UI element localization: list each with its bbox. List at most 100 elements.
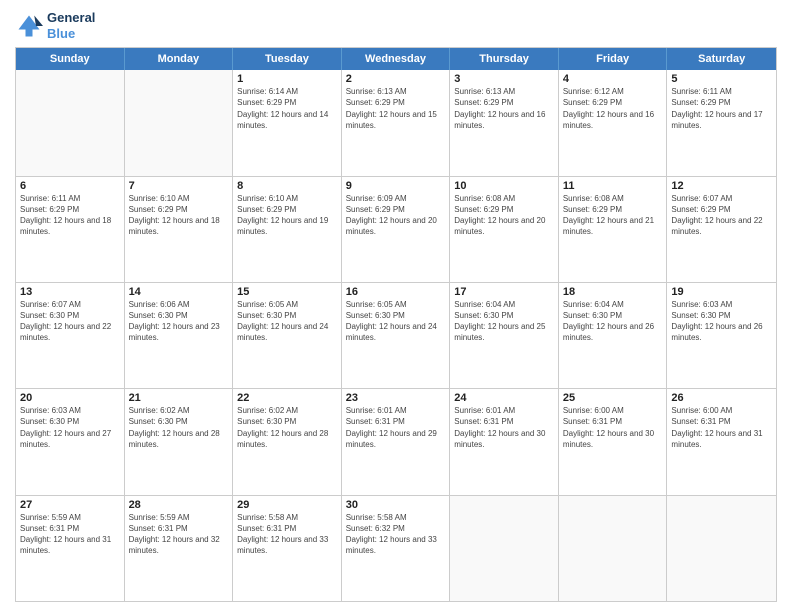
cal-cell: 9Sunrise: 6:09 AMSunset: 6:29 PMDaylight… — [342, 177, 451, 282]
day-info: Sunrise: 6:03 AMSunset: 6:30 PMDaylight:… — [671, 299, 772, 344]
day-number: 25 — [563, 392, 663, 404]
cal-cell: 18Sunrise: 6:04 AMSunset: 6:30 PMDayligh… — [559, 283, 668, 388]
day-number: 17 — [454, 286, 554, 298]
day-info: Sunrise: 6:02 AMSunset: 6:30 PMDaylight:… — [237, 405, 337, 450]
header-day-monday: Monday — [125, 48, 234, 70]
cal-cell — [667, 496, 776, 601]
cal-cell — [450, 496, 559, 601]
calendar-body: 1Sunrise: 6:14 AMSunset: 6:29 PMDaylight… — [16, 70, 776, 601]
day-number: 10 — [454, 180, 554, 192]
day-info: Sunrise: 6:01 AMSunset: 6:31 PMDaylight:… — [454, 405, 554, 450]
week-3: 13Sunrise: 6:07 AMSunset: 6:30 PMDayligh… — [16, 283, 776, 389]
cal-cell: 26Sunrise: 6:00 AMSunset: 6:31 PMDayligh… — [667, 389, 776, 494]
header-day-thursday: Thursday — [450, 48, 559, 70]
day-number: 14 — [129, 286, 229, 298]
day-number: 1 — [237, 73, 337, 85]
day-info: Sunrise: 6:14 AMSunset: 6:29 PMDaylight:… — [237, 86, 337, 131]
day-info: Sunrise: 6:09 AMSunset: 6:29 PMDaylight:… — [346, 193, 446, 238]
day-info: Sunrise: 6:12 AMSunset: 6:29 PMDaylight:… — [563, 86, 663, 131]
header: General Blue — [15, 10, 777, 41]
day-info: Sunrise: 6:04 AMSunset: 6:30 PMDaylight:… — [454, 299, 554, 344]
cal-cell: 3Sunrise: 6:13 AMSunset: 6:29 PMDaylight… — [450, 70, 559, 175]
day-number: 20 — [20, 392, 120, 404]
cal-cell: 28Sunrise: 5:59 AMSunset: 6:31 PMDayligh… — [125, 496, 234, 601]
day-info: Sunrise: 6:03 AMSunset: 6:30 PMDaylight:… — [20, 405, 120, 450]
cal-cell: 7Sunrise: 6:10 AMSunset: 6:29 PMDaylight… — [125, 177, 234, 282]
day-info: Sunrise: 6:00 AMSunset: 6:31 PMDaylight:… — [671, 405, 772, 450]
cal-cell: 16Sunrise: 6:05 AMSunset: 6:30 PMDayligh… — [342, 283, 451, 388]
day-number: 3 — [454, 73, 554, 85]
day-info: Sunrise: 6:08 AMSunset: 6:29 PMDaylight:… — [454, 193, 554, 238]
cal-cell: 14Sunrise: 6:06 AMSunset: 6:30 PMDayligh… — [125, 283, 234, 388]
day-number: 16 — [346, 286, 446, 298]
header-day-saturday: Saturday — [667, 48, 776, 70]
day-number: 26 — [671, 392, 772, 404]
day-info: Sunrise: 6:11 AMSunset: 6:29 PMDaylight:… — [20, 193, 120, 238]
cal-cell — [559, 496, 668, 601]
cal-cell: 25Sunrise: 6:00 AMSunset: 6:31 PMDayligh… — [559, 389, 668, 494]
calendar-header: SundayMondayTuesdayWednesdayThursdayFrid… — [16, 48, 776, 70]
day-info: Sunrise: 6:01 AMSunset: 6:31 PMDaylight:… — [346, 405, 446, 450]
cal-cell: 19Sunrise: 6:03 AMSunset: 6:30 PMDayligh… — [667, 283, 776, 388]
day-number: 5 — [671, 73, 772, 85]
day-info: Sunrise: 6:11 AMSunset: 6:29 PMDaylight:… — [671, 86, 772, 131]
day-info: Sunrise: 6:13 AMSunset: 6:29 PMDaylight:… — [454, 86, 554, 131]
day-number: 22 — [237, 392, 337, 404]
day-number: 2 — [346, 73, 446, 85]
header-day-sunday: Sunday — [16, 48, 125, 70]
cal-cell: 6Sunrise: 6:11 AMSunset: 6:29 PMDaylight… — [16, 177, 125, 282]
day-info: Sunrise: 6:05 AMSunset: 6:30 PMDaylight:… — [346, 299, 446, 344]
week-1: 1Sunrise: 6:14 AMSunset: 6:29 PMDaylight… — [16, 70, 776, 176]
cal-cell: 30Sunrise: 5:58 AMSunset: 6:32 PMDayligh… — [342, 496, 451, 601]
day-number: 19 — [671, 286, 772, 298]
cal-cell: 17Sunrise: 6:04 AMSunset: 6:30 PMDayligh… — [450, 283, 559, 388]
day-info: Sunrise: 6:07 AMSunset: 6:30 PMDaylight:… — [20, 299, 120, 344]
cal-cell: 27Sunrise: 5:59 AMSunset: 6:31 PMDayligh… — [16, 496, 125, 601]
cal-cell: 24Sunrise: 6:01 AMSunset: 6:31 PMDayligh… — [450, 389, 559, 494]
day-number: 13 — [20, 286, 120, 298]
day-info: Sunrise: 6:04 AMSunset: 6:30 PMDaylight:… — [563, 299, 663, 344]
day-info: Sunrise: 6:10 AMSunset: 6:29 PMDaylight:… — [237, 193, 337, 238]
logo-icon — [15, 12, 43, 40]
calendar: SundayMondayTuesdayWednesdayThursdayFrid… — [15, 47, 777, 602]
day-info: Sunrise: 6:00 AMSunset: 6:31 PMDaylight:… — [563, 405, 663, 450]
day-number: 21 — [129, 392, 229, 404]
day-info: Sunrise: 6:05 AMSunset: 6:30 PMDaylight:… — [237, 299, 337, 344]
cal-cell: 12Sunrise: 6:07 AMSunset: 6:29 PMDayligh… — [667, 177, 776, 282]
day-number: 27 — [20, 499, 120, 511]
cal-cell: 8Sunrise: 6:10 AMSunset: 6:29 PMDaylight… — [233, 177, 342, 282]
week-2: 6Sunrise: 6:11 AMSunset: 6:29 PMDaylight… — [16, 177, 776, 283]
week-5: 27Sunrise: 5:59 AMSunset: 6:31 PMDayligh… — [16, 496, 776, 601]
logo-blue: Blue — [47, 26, 95, 42]
day-info: Sunrise: 6:13 AMSunset: 6:29 PMDaylight:… — [346, 86, 446, 131]
day-info: Sunrise: 6:07 AMSunset: 6:29 PMDaylight:… — [671, 193, 772, 238]
header-day-tuesday: Tuesday — [233, 48, 342, 70]
day-number: 18 — [563, 286, 663, 298]
cal-cell: 15Sunrise: 6:05 AMSunset: 6:30 PMDayligh… — [233, 283, 342, 388]
cal-cell: 23Sunrise: 6:01 AMSunset: 6:31 PMDayligh… — [342, 389, 451, 494]
cal-cell: 1Sunrise: 6:14 AMSunset: 6:29 PMDaylight… — [233, 70, 342, 175]
week-4: 20Sunrise: 6:03 AMSunset: 6:30 PMDayligh… — [16, 389, 776, 495]
day-number: 15 — [237, 286, 337, 298]
header-day-friday: Friday — [559, 48, 668, 70]
cal-cell: 29Sunrise: 5:58 AMSunset: 6:31 PMDayligh… — [233, 496, 342, 601]
day-number: 23 — [346, 392, 446, 404]
day-info: Sunrise: 5:59 AMSunset: 6:31 PMDaylight:… — [20, 512, 120, 557]
cal-cell: 22Sunrise: 6:02 AMSunset: 6:30 PMDayligh… — [233, 389, 342, 494]
day-number: 29 — [237, 499, 337, 511]
cal-cell: 4Sunrise: 6:12 AMSunset: 6:29 PMDaylight… — [559, 70, 668, 175]
day-info: Sunrise: 6:02 AMSunset: 6:30 PMDaylight:… — [129, 405, 229, 450]
cal-cell: 13Sunrise: 6:07 AMSunset: 6:30 PMDayligh… — [16, 283, 125, 388]
day-info: Sunrise: 6:06 AMSunset: 6:30 PMDaylight:… — [129, 299, 229, 344]
cal-cell: 21Sunrise: 6:02 AMSunset: 6:30 PMDayligh… — [125, 389, 234, 494]
cal-cell — [16, 70, 125, 175]
cal-cell: 5Sunrise: 6:11 AMSunset: 6:29 PMDaylight… — [667, 70, 776, 175]
logo-general: General — [47, 10, 95, 26]
day-number: 30 — [346, 499, 446, 511]
day-info: Sunrise: 5:59 AMSunset: 6:31 PMDaylight:… — [129, 512, 229, 557]
page: General Blue SundayMondayTuesdayWednesda… — [0, 0, 792, 612]
day-info: Sunrise: 6:08 AMSunset: 6:29 PMDaylight:… — [563, 193, 663, 238]
day-info: Sunrise: 5:58 AMSunset: 6:32 PMDaylight:… — [346, 512, 446, 557]
cal-cell: 10Sunrise: 6:08 AMSunset: 6:29 PMDayligh… — [450, 177, 559, 282]
cal-cell: 11Sunrise: 6:08 AMSunset: 6:29 PMDayligh… — [559, 177, 668, 282]
